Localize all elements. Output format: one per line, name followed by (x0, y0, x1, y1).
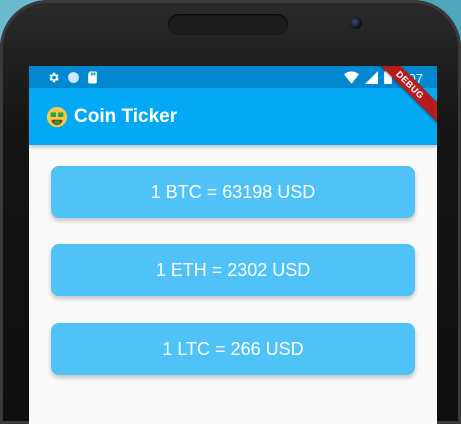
eth-rate-card[interactable]: 1 ETH = 2302 USD (51, 244, 415, 296)
sd-card-icon (87, 69, 98, 88)
app-screen: 3:07 Coin Ticker DEBUG 1 BTC = 63198 USD… (29, 66, 437, 424)
eth-rate-text: 1 ETH = 2302 USD (155, 259, 311, 280)
ltc-rate-text: 1 LTC = 266 USD (162, 338, 304, 359)
money-face-emoji-icon (46, 106, 68, 128)
btc-rate-text: 1 BTC = 63198 USD (150, 181, 316, 202)
app-bar: Coin Ticker (29, 88, 437, 145)
signal-icon (364, 69, 378, 88)
btc-rate-card[interactable]: 1 BTC = 63198 USD (51, 166, 415, 218)
front-camera (350, 17, 362, 29)
speaker-grille (168, 14, 288, 35)
circle-icon (67, 69, 80, 88)
phone-frame: 3:07 Coin Ticker DEBUG 1 BTC = 63198 USD… (0, 0, 461, 424)
app-title: Coin Ticker (74, 105, 178, 127)
status-bar: 3:07 (29, 66, 437, 88)
ltc-rate-card[interactable]: 1 LTC = 266 USD (51, 323, 415, 375)
wifi-icon (343, 69, 359, 88)
gear-icon (47, 69, 60, 88)
